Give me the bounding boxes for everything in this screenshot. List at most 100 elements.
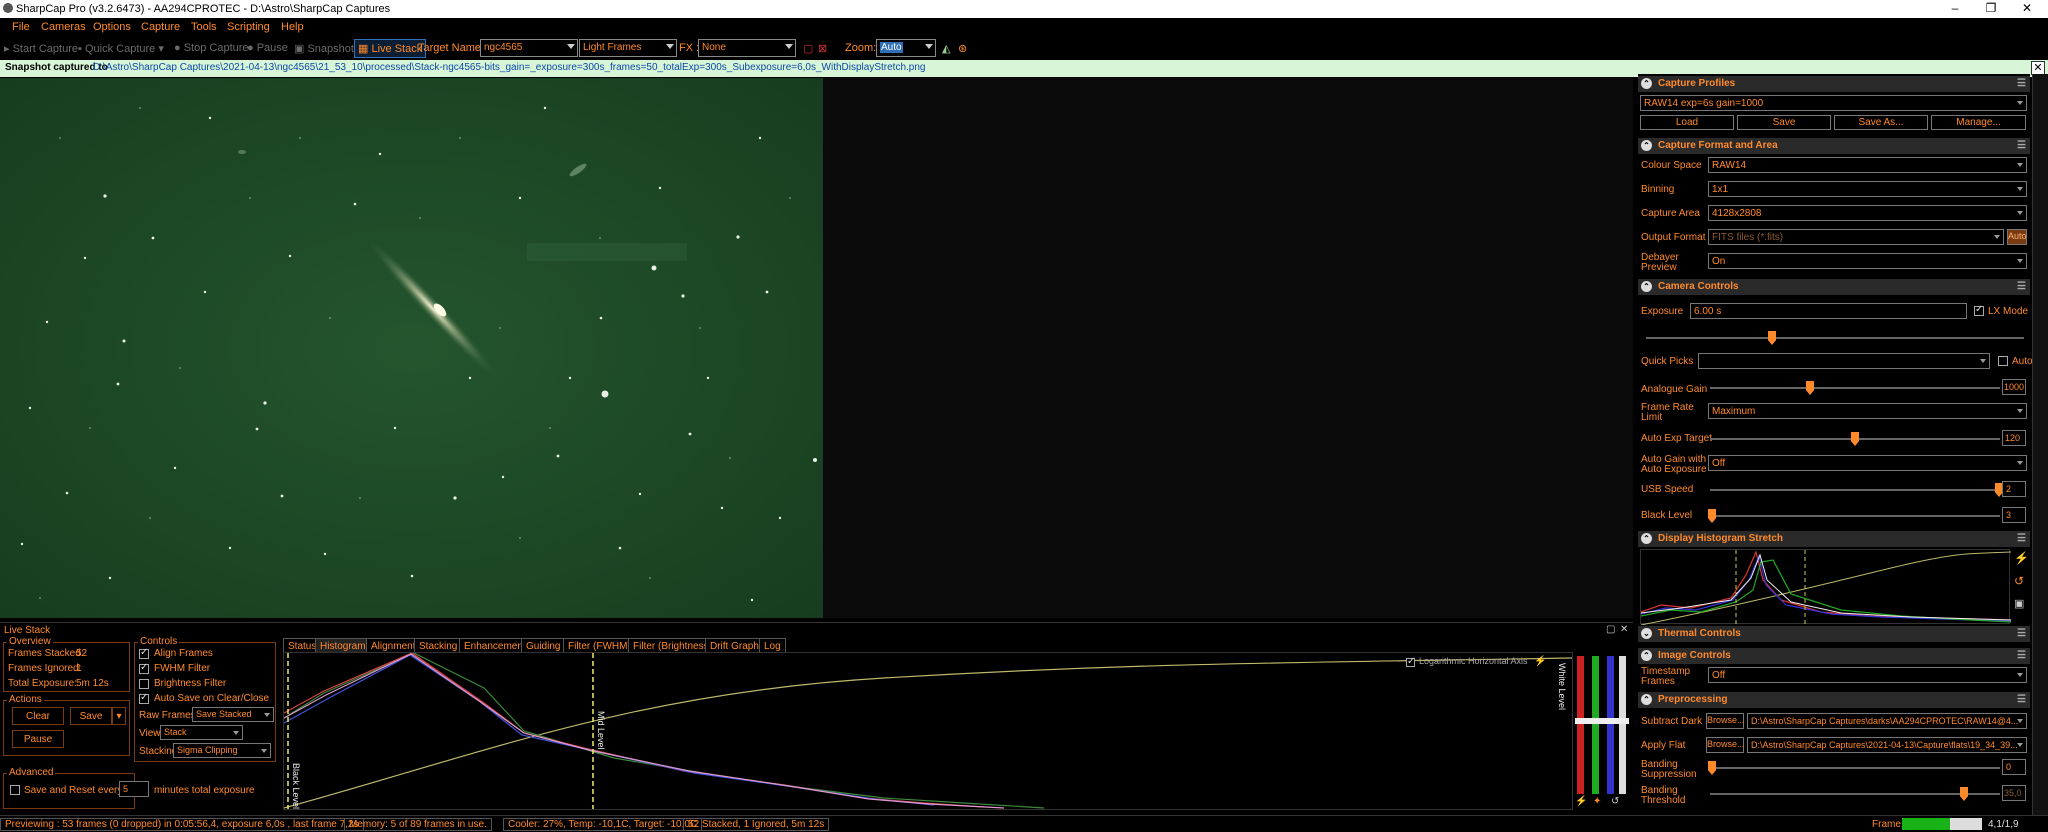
menu-file[interactable]: File — [12, 21, 30, 33]
banding-threshold-input[interactable]: 35,0 — [2002, 785, 2026, 801]
raw-frames-select[interactable]: Save Stacked — [192, 707, 274, 722]
black-level-input[interactable]: 3 — [2002, 507, 2026, 523]
auto-exp-target-input[interactable]: 120 — [2002, 430, 2026, 446]
save-options-button[interactable]: ▾ — [112, 707, 126, 725]
exposure-slider[interactable] — [1646, 331, 2024, 345]
quick-capture-button[interactable]: ▪ Quick Capture ▾ — [78, 42, 164, 55]
snapshot-button[interactable]: ▣ Snapshot — [294, 42, 354, 55]
align-frames-checkbox[interactable] — [139, 647, 149, 659]
zoom-select[interactable]: Auto — [876, 39, 936, 57]
histogram-icon[interactable]: ◭ — [942, 42, 950, 55]
minimize-button[interactable]: – — [1940, 1, 1970, 15]
binning-select[interactable]: 1x1 — [1708, 181, 2027, 197]
camera-controls-header[interactable]: ⌃ Camera Controls ☰ — [1638, 279, 2030, 295]
pin-icon[interactable]: ▢ — [1606, 624, 1615, 635]
banding-suppression-thumb[interactable] — [1708, 761, 1716, 775]
exposure-slider-thumb[interactable] — [1768, 331, 1776, 345]
dark-frame-select[interactable]: D:\Astro\SharpCap Captures\darks\AA294CP… — [1747, 713, 2027, 729]
record-icon[interactable]: ▢ — [803, 42, 813, 55]
close-notification-button[interactable]: ✕ — [2031, 61, 2045, 75]
save-profile-button[interactable]: Save — [1737, 115, 1831, 130]
auto-gain-select[interactable]: Off — [1708, 455, 2027, 471]
live-stack-histogram[interactable]: Black Level Mid Level Logarithmic Horizo… — [283, 652, 1573, 810]
black-level-thumb[interactable] — [1708, 509, 1716, 523]
auto-save-checkbox[interactable] — [139, 692, 149, 704]
panel-scrollbar[interactable] — [2032, 74, 2048, 815]
reset-icon[interactable]: ✦ — [1593, 796, 1601, 807]
frame-rate-select[interactable]: Maximum — [1708, 403, 2027, 419]
capture-format-header[interactable]: ⌃ Capture Format and Area ☰ — [1638, 138, 2030, 154]
analogue-gain-input[interactable]: 1000 — [2002, 379, 2026, 395]
menu-options[interactable]: Options — [93, 21, 131, 33]
stop-capture-button[interactable]: ● Stop Capture — [174, 42, 249, 54]
display-histogram-header[interactable]: ⌃ Display Histogram Stretch ☰ — [1638, 531, 2030, 547]
image-controls-header[interactable]: ⌃ Image Controls ☰ — [1638, 648, 2030, 664]
save-button[interactable]: Save — [70, 707, 112, 725]
colour-space-select[interactable]: RAW14 — [1708, 157, 2027, 173]
auto-format-button[interactable]: Auto — [2007, 229, 2027, 245]
save-as-profile-button[interactable]: Save As... — [1834, 115, 1928, 130]
auto-stretch-icon[interactable]: ⚡ — [1575, 796, 1587, 807]
cancel-icon[interactable]: ⊠ — [818, 42, 827, 55]
maximize-button[interactable]: ❐ — [1976, 1, 2006, 15]
snapshot-path-link[interactable]: D:\Astro\SharpCap Captures\2021-04-13\ng… — [93, 62, 926, 73]
minutes-stepper[interactable]: 5 — [119, 781, 149, 797]
manage-profiles-button[interactable]: Manage... — [1931, 115, 2026, 130]
stacking-select[interactable]: Sigma Clipping — [173, 743, 271, 758]
capture-area-select[interactable]: 4128x2808 — [1708, 205, 2027, 221]
lightning-icon[interactable]: ⚡ — [1534, 656, 1546, 667]
preprocessing-header[interactable]: ⌃ Preprocessing ☰ — [1638, 692, 2030, 708]
menu-scripting[interactable]: Scripting — [227, 21, 270, 33]
auto-exp-target-slider[interactable] — [1710, 432, 2000, 446]
load-profile-button[interactable]: Load — [1640, 115, 1734, 130]
browse-dark-button[interactable]: Browse... — [1706, 713, 1745, 729]
luminance-level-slider[interactable] — [1619, 656, 1626, 794]
close-icon[interactable]: ✕ — [1620, 624, 1628, 635]
quick-picks-auto-checkbox[interactable] — [1998, 356, 2008, 366]
menu-capture[interactable]: Capture — [141, 21, 180, 33]
crosshair-icon[interactable]: ⊛ — [958, 42, 967, 55]
camera-preview-image[interactable] — [0, 78, 823, 618]
analogue-gain-slider[interactable] — [1710, 381, 2000, 395]
view-select[interactable]: Stack — [160, 725, 243, 740]
usb-speed-input[interactable]: 2 — [2002, 481, 2026, 497]
exposure-input[interactable]: 6.00 s — [1690, 303, 1967, 319]
profile-select[interactable]: RAW14 exp=6s gain=1000 — [1640, 95, 2027, 111]
banding-suppression-input[interactable]: 0 — [2002, 759, 2026, 775]
auto-exp-target-thumb[interactable] — [1851, 432, 1859, 446]
undo-icon[interactable]: ↺ — [1611, 796, 1619, 807]
thermal-controls-header[interactable]: ⌄ Thermal Controls ☰ — [1638, 626, 2030, 642]
pause-stack-button[interactable]: Pause — [12, 730, 64, 748]
pause-button[interactable]: ● Pause — [247, 42, 288, 54]
lx-mode-checkbox[interactable] — [1974, 304, 1984, 316]
live-stack-button[interactable]: ▦ Live Stack — [354, 39, 427, 58]
save-reset-checkbox[interactable] — [10, 785, 20, 795]
frame-type-select[interactable]: Light Frames — [579, 39, 677, 57]
start-capture-button[interactable]: ▸ Start Capture — [4, 42, 78, 55]
capture-profiles-header[interactable]: ⌃ Capture Profiles ☰ — [1638, 76, 2030, 92]
output-format-select[interactable]: FITS files (*.fits) — [1708, 229, 2004, 245]
level-handle[interactable] — [1575, 718, 1629, 724]
fwhm-filter-checkbox[interactable] — [139, 662, 149, 674]
banding-threshold-thumb[interactable] — [1960, 787, 1968, 801]
menu-tools[interactable]: Tools — [191, 21, 217, 33]
blue-level-slider[interactable] — [1607, 656, 1614, 794]
menu-help[interactable]: Help — [281, 21, 304, 33]
green-level-slider[interactable] — [1592, 656, 1599, 794]
debayer-preview-select[interactable]: On — [1708, 253, 2027, 269]
timestamp-select[interactable]: Off — [1708, 667, 2027, 683]
display-histogram-plot[interactable] — [1640, 549, 2012, 626]
quick-picks-select[interactable] — [1698, 353, 1990, 369]
banding-suppression-slider[interactable] — [1708, 761, 2000, 775]
close-window-button[interactable]: ✕ — [2012, 1, 2042, 15]
save-stretch-icon[interactable]: ▣ — [2014, 597, 2024, 610]
analogue-gain-thumb[interactable] — [1806, 381, 1814, 395]
browse-flat-button[interactable]: Browse... — [1706, 737, 1745, 753]
clear-button[interactable]: Clear — [12, 707, 64, 725]
flat-frame-select[interactable]: D:\Astro\SharpCap Captures\2021-04-13\Ca… — [1747, 737, 2027, 753]
banding-threshold-slider[interactable] — [1710, 787, 2000, 801]
red-level-slider[interactable] — [1577, 656, 1584, 794]
black-level-slider[interactable] — [1708, 509, 2000, 523]
menu-cameras[interactable]: Cameras — [41, 21, 86, 33]
reset-stretch-icon[interactable]: ↺ — [2014, 574, 2024, 588]
